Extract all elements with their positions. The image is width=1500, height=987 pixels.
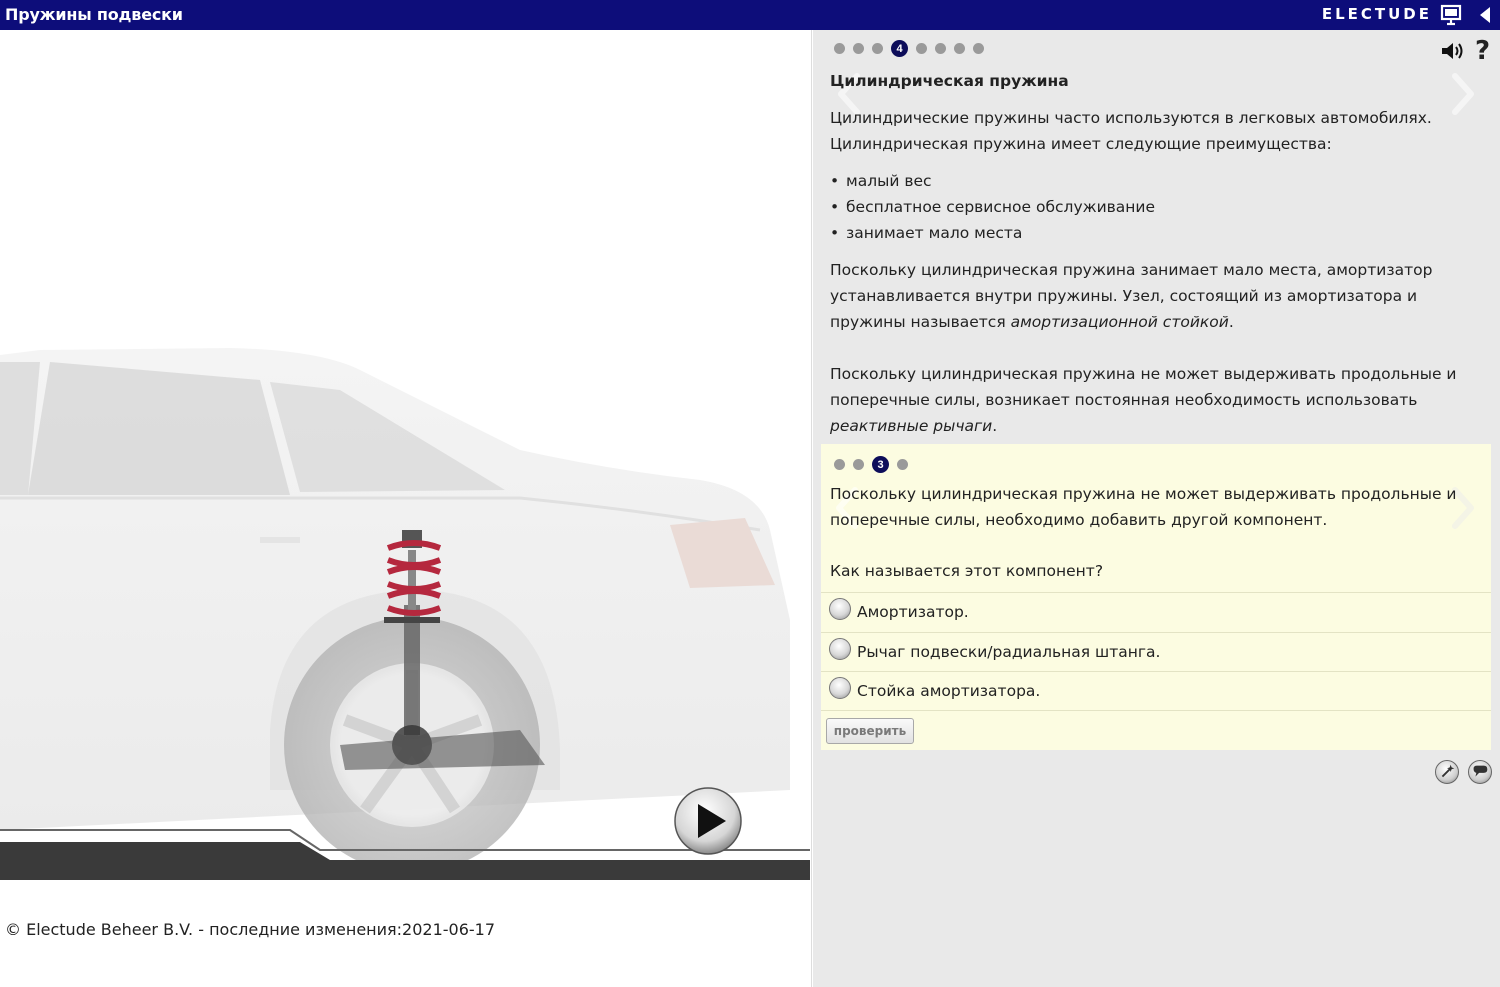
quiz-text: Поскольку цилиндрическая пружина не може… (830, 481, 1470, 609)
answer-option[interactable]: Стойка амортизатора. (821, 671, 1491, 711)
step-dot[interactable] (897, 459, 908, 470)
radio-button[interactable] (829, 676, 851, 699)
lesson-title: Цилиндрическая пружина (830, 72, 1069, 90)
page-dot[interactable] (916, 43, 927, 54)
lesson-intro: Цилиндрические пружины часто используютс… (830, 109, 1432, 153)
page-dot[interactable] (872, 43, 883, 54)
term-control-arms: реактивные рычаги (830, 417, 993, 435)
brand-logo: ELECTUDE (1321, 5, 1432, 23)
magic-wand-icon[interactable] (1435, 760, 1459, 784)
page-indicator: 4 (834, 40, 984, 57)
lesson-content: Цилиндрическая пружина Цилиндрические пр… (830, 68, 1490, 450)
check-answer-button[interactable]: проверить (826, 718, 914, 744)
quiz-panel: 3 Поскольку цилиндрическая пружина не мо… (821, 444, 1491, 750)
quiz-question: Как называется этот компонент? (830, 562, 1104, 580)
term-strut: амортизационной стойкой (1010, 313, 1229, 331)
page-dot-current[interactable]: 4 (891, 40, 908, 57)
car-suspension-illustration (0, 348, 810, 880)
radio-button[interactable] (829, 637, 851, 660)
lesson-panel: 4 ? Цилиндрическая пружина Цилиндрически… (813, 30, 1500, 987)
lesson-paragraph: Поскольку цилиндрическая пружина занимае… (830, 261, 1433, 331)
answer-option[interactable]: Рычаг подвески/радиальная штанга. (821, 631, 1491, 672)
page-dot[interactable] (935, 43, 946, 54)
page-title: Пружины подвески (5, 5, 183, 24)
radio-button[interactable] (829, 598, 851, 621)
speech-bubble-icon[interactable] (1468, 760, 1492, 784)
answer-option[interactable]: Амортизатор. (821, 592, 1491, 632)
advantages-list: малый вес бесплатное сервисное обслужива… (830, 168, 1490, 246)
list-item: занимает мало места (830, 220, 1490, 246)
copyright-text: © Electude Beheer B.V. - последние измен… (5, 920, 496, 939)
page-dot[interactable] (973, 43, 984, 54)
animation-panel: © Electude Beheer B.V. - последние измен… (0, 30, 812, 987)
list-item: малый вес (830, 168, 1490, 194)
help-icon[interactable]: ? (1475, 36, 1490, 66)
page-dot[interactable] (834, 43, 845, 54)
speaker-icon[interactable] (1440, 40, 1464, 62)
quiz-statement: Поскольку цилиндрическая пружина не може… (830, 485, 1457, 529)
play-icon[interactable] (673, 786, 743, 856)
lesson-paragraph: Поскольку цилиндрическая пружина не може… (830, 365, 1457, 435)
answer-label: Рычаг подвески/радиальная штанга. (857, 642, 1161, 661)
answer-label: Амортизатор. (857, 603, 969, 622)
step-dot-current[interactable]: 3 (872, 456, 889, 473)
page-dot[interactable] (853, 43, 864, 54)
step-dot[interactable] (853, 459, 864, 470)
answer-label: Стойка амортизатора. (857, 681, 1041, 700)
quiz-step-indicator: 3 (834, 456, 908, 473)
app-header: Пружины подвески ELECTUDE (0, 0, 1500, 30)
presentation-screen-icon[interactable] (1440, 4, 1462, 26)
answer-options: Амортизатор. Рычаг подвески/радиальная ш… (821, 592, 1491, 711)
page-dot[interactable] (954, 43, 965, 54)
step-dot[interactable] (834, 459, 845, 470)
triangle-left-icon[interactable] (1478, 6, 1492, 24)
list-item: бесплатное сервисное обслуживание (830, 194, 1490, 220)
